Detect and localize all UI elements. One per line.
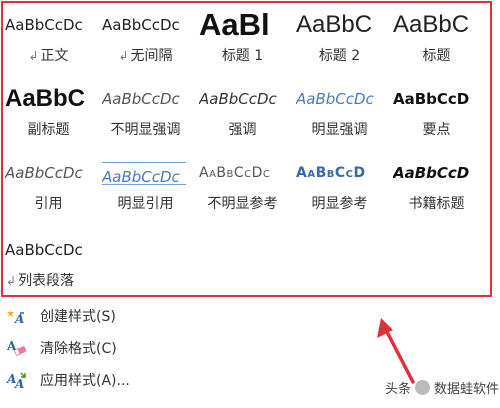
apply-style-icon: A A (6, 369, 28, 391)
watermark-avatar-icon (415, 379, 431, 395)
style-emphasis[interactable]: AaBbCcDc 强调 (194, 74, 291, 144)
style-label: 标题 1 (221, 48, 264, 64)
style-heading-2[interactable]: AaBbC 标题 2 (291, 0, 388, 70)
paragraph-mark-icon: ↲ (6, 274, 17, 288)
style-preview: AaBbCcDc (5, 164, 83, 182)
style-preview: AaBbCcDc (5, 241, 83, 259)
style-label: 强调 (228, 122, 257, 138)
style-subtle-reference[interactable]: AaBbCcDc 不明显参考 (194, 148, 291, 218)
svg-text:A: A (14, 312, 24, 326)
style-preview: AaBbCcD (296, 165, 366, 181)
style-label: 明显参考 (311, 196, 368, 212)
style-normal[interactable]: AaBbCcDc ↲ 正文 (0, 0, 97, 70)
clear-format-label: 清除格式(C) (40, 341, 117, 357)
style-quote[interactable]: AaBbCcDc 引用 (0, 148, 97, 218)
style-label: 引用 (34, 196, 63, 212)
create-style-icon: A (6, 305, 28, 327)
style-title[interactable]: AaBbC 标题 (388, 0, 485, 70)
style-label: 列表段落 (18, 273, 75, 289)
create-style-menu-item[interactable]: A 创建样式(S) (0, 302, 330, 330)
style-label: 要点 (422, 122, 451, 138)
style-preview: AaBbC (5, 85, 86, 112)
paragraph-mark-icon: ↲ (28, 49, 39, 63)
style-label: 正文 (40, 48, 69, 64)
style-list-paragraph[interactable]: AaBbCcDc ↲ 列表段落 (0, 225, 97, 295)
style-label: 不明显参考 (207, 196, 278, 212)
style-label: 明显强调 (311, 122, 368, 138)
style-strong[interactable]: AaBbCcD 要点 (388, 74, 485, 144)
clear-format-menu-item[interactable]: A 清除格式(C) (0, 334, 330, 362)
style-preview: AaBbCcDc (102, 90, 180, 108)
style-preview: AaBbCcDc (199, 165, 271, 181)
svg-text:A: A (14, 377, 24, 391)
style-preview: AaBbCcDc (102, 162, 186, 185)
apply-style-menu-item[interactable]: A A 应用样式(A)... (0, 366, 330, 394)
style-subtitle[interactable]: AaBbC 副标题 (0, 74, 97, 144)
style-preview: AaBbCcDc (5, 16, 83, 34)
style-book-title[interactable]: AaBbCcD 书籍标题 (388, 148, 485, 218)
style-preview: AaBbCcDc (102, 16, 180, 34)
paragraph-mark-icon: ↲ (118, 49, 129, 63)
watermark: 头条 数据蛙软件 (385, 376, 499, 398)
style-preview: AaBl (199, 8, 270, 42)
style-preview: AaBbCcD (393, 164, 470, 182)
style-subtle-emphasis[interactable]: AaBbCcDc 不明显强调 (97, 74, 194, 144)
style-intense-emphasis[interactable]: AaBbCcDc 明显强调 (291, 74, 388, 144)
apply-style-label: 应用样式(A)... (40, 373, 130, 389)
style-heading-1[interactable]: AaBl 标题 1 (194, 0, 291, 70)
style-no-spacing[interactable]: AaBbCcDc ↲ 无间隔 (97, 0, 194, 70)
watermark-prefix: 头条 (385, 381, 412, 397)
style-preview: AaBbC (296, 11, 373, 38)
style-intense-quote[interactable]: AaBbCcDc 明显引用 (97, 148, 194, 218)
style-preview: AaBbC (393, 11, 470, 38)
style-label: 标题 2 (318, 48, 361, 64)
eraser-icon: A (6, 337, 28, 359)
watermark-name: 数据蛙软件 (434, 381, 500, 397)
create-style-label: 创建样式(S) (40, 309, 116, 325)
style-label: 书籍标题 (408, 196, 465, 212)
style-preview: AaBbCcDc (296, 90, 374, 108)
style-label: 无间隔 (130, 48, 173, 64)
style-label: 副标题 (27, 122, 70, 138)
style-label: 标题 (422, 48, 451, 64)
style-label: 不明显强调 (110, 122, 181, 138)
style-preview: AaBbCcD (393, 90, 470, 108)
style-intense-reference[interactable]: AaBbCcD 明显参考 (291, 148, 388, 218)
style-label: 明显引用 (117, 196, 174, 212)
style-preview: AaBbCcDc (199, 90, 277, 108)
styles-gallery: AaBbCcDc ↲ 正文 AaBbCcDc ↲ 无间隔 AaBl 标题 1 AaB… (0, 0, 500, 300)
